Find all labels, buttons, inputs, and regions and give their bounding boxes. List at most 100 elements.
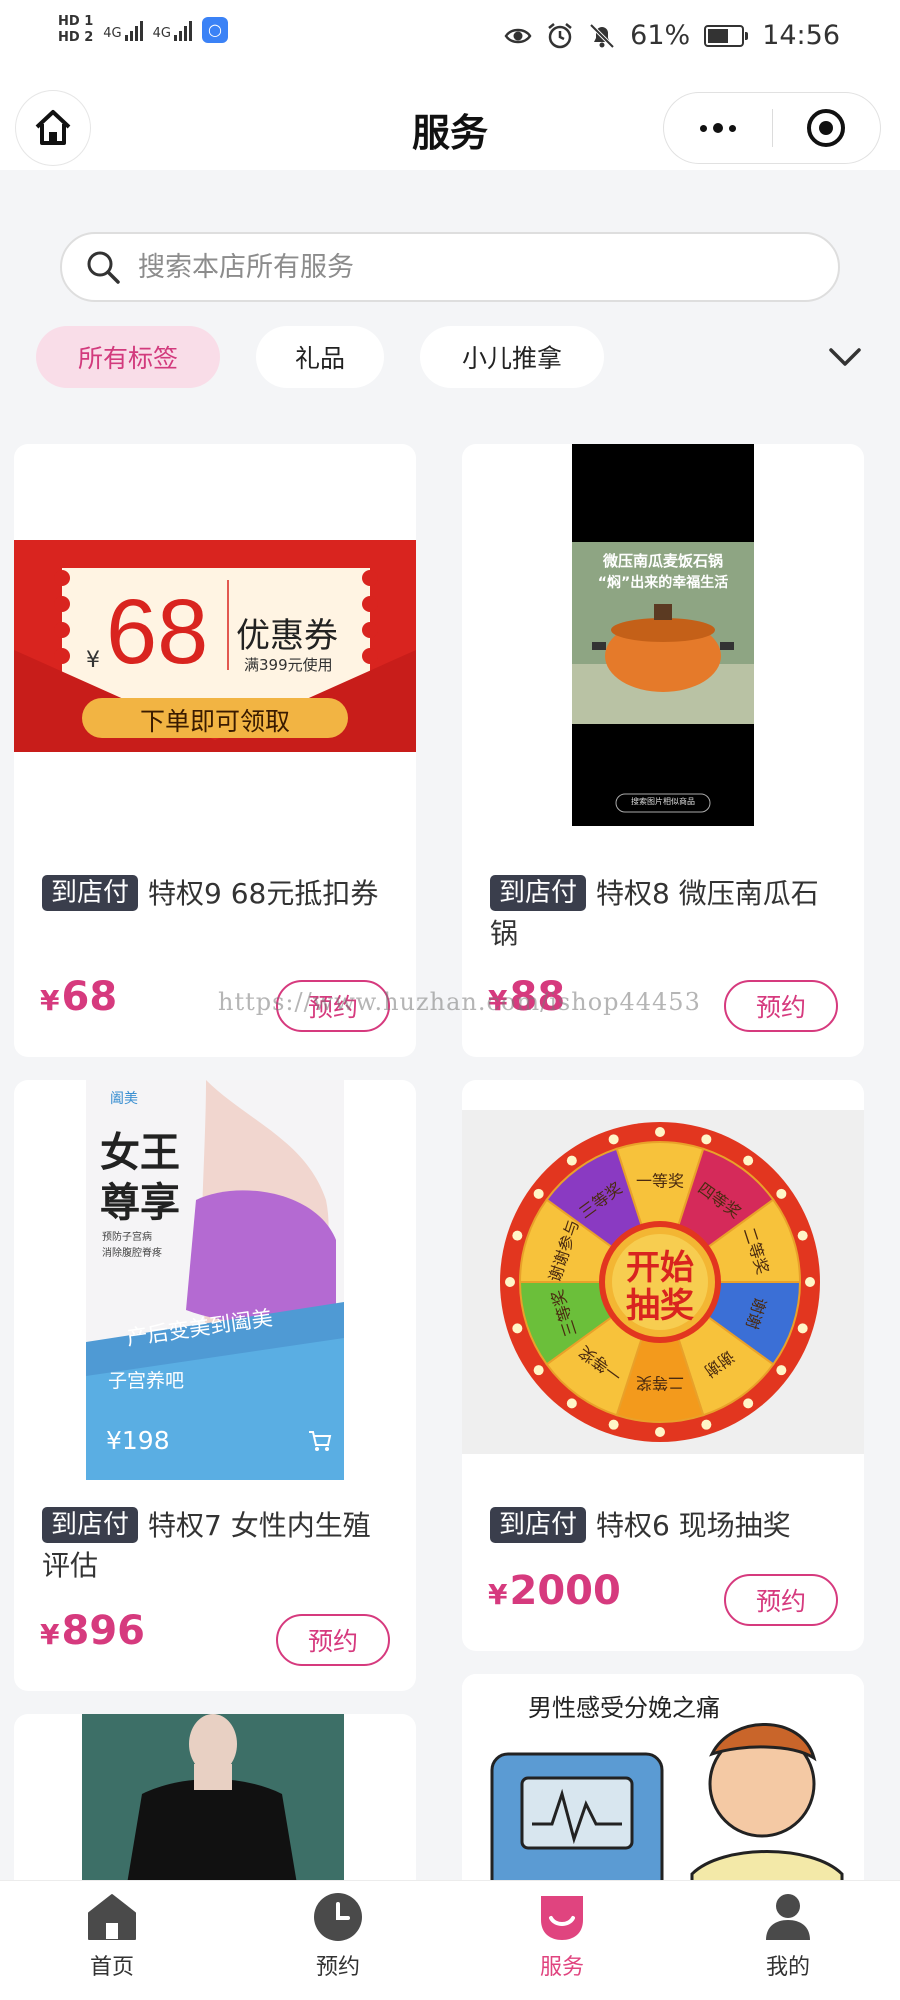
close-miniprogram-button[interactable] bbox=[773, 93, 881, 163]
wheel-segment-label: 二等奖 bbox=[636, 1374, 684, 1393]
wheel-bulb bbox=[776, 1188, 787, 1199]
service-card[interactable]: 一等奖 四等奖 二等奖 谢谢 谢谢 二等奖 一等奖 三等奖 谢谢参与 三等奖 开始 抽奖 到店付特… bbox=[462, 1080, 864, 1651]
currency-symbol: ¥ bbox=[488, 1578, 508, 1611]
card-title-text: 特权6 现场抽奖 bbox=[596, 1509, 791, 1542]
lottery-image: 一等奖 四等奖 二等奖 谢谢 谢谢 二等奖 一等奖 三等奖 谢谢参与 三等奖 开始 抽奖 bbox=[462, 1110, 864, 1454]
sim1-label: HD 1 bbox=[58, 14, 94, 29]
coupon-condition: 满399元使用 bbox=[244, 656, 333, 674]
more-button[interactable] bbox=[664, 93, 772, 163]
home-tab-icon bbox=[88, 1894, 136, 1940]
signal-1: 4G bbox=[103, 19, 143, 41]
clock-time: 14:56 bbox=[762, 20, 840, 51]
wheel-bulb bbox=[608, 1134, 619, 1145]
eye-icon bbox=[504, 28, 532, 43]
card-title: 到店付 特权7 女性内生殖评估 bbox=[42, 1506, 392, 1586]
tag-pediatric-massage[interactable]: 小儿推拿 bbox=[420, 326, 604, 388]
coupon-cta: 下单即可领取 bbox=[139, 707, 290, 736]
tag-all[interactable]: 所有标签 bbox=[36, 326, 220, 388]
tab-booking[interactable]: 预约 bbox=[278, 1891, 398, 1981]
battery-icon bbox=[704, 24, 749, 47]
tag-label: 所有标签 bbox=[77, 344, 178, 373]
tab-label: 服务 bbox=[539, 1955, 584, 1980]
sim-indicators: HD 1 HD 2 bbox=[58, 14, 93, 46]
wheel-bulb bbox=[655, 1427, 665, 1437]
currency-symbol: ¥ bbox=[40, 984, 60, 1017]
wheel-bulb bbox=[776, 1365, 787, 1376]
coupon-amount: 68 bbox=[106, 581, 209, 683]
cart-icon bbox=[309, 1431, 332, 1451]
cartoon-image: 男性感受分娩之痛 bbox=[462, 1674, 864, 1914]
search-icon bbox=[87, 251, 120, 284]
tab-mine[interactable]: 我的 bbox=[728, 1891, 848, 1981]
wellness-brand: 阖美 bbox=[110, 1091, 138, 1107]
wheel-bulb bbox=[701, 1134, 712, 1145]
wheel-bulb bbox=[797, 1230, 808, 1241]
wellness-image: 阖美 女王 尊享 预防子宫病 消除腹腔脊疼 产后变美到阖美 子宫养吧 ¥198 bbox=[86, 1080, 344, 1480]
tab-label: 预约 bbox=[315, 1955, 360, 1980]
tag-label: 礼品 bbox=[294, 344, 345, 373]
tab-label: 我的 bbox=[765, 1955, 810, 1980]
wheel-bulb bbox=[533, 1365, 544, 1376]
tag-label: 小儿推拿 bbox=[461, 344, 562, 373]
pot-graphic bbox=[572, 444, 754, 826]
price-value: 2000 bbox=[509, 1568, 621, 1614]
wheel-bulb bbox=[743, 1398, 754, 1409]
signal-bars-icon bbox=[173, 19, 192, 41]
card-price: ¥68 bbox=[40, 974, 117, 1020]
watermark-url: https://www.huzhan.com/ishop44453 bbox=[218, 988, 701, 1016]
wheel-bulb bbox=[505, 1277, 515, 1287]
pot-headline-2: “焖”出来的幸福生活 bbox=[597, 575, 729, 591]
currency-symbol: ¥ bbox=[40, 1618, 60, 1651]
bottom-tab-bar: 首页 预约 服务 我的 bbox=[0, 1880, 900, 2000]
battery-percent: 61% bbox=[630, 20, 691, 51]
signal-2: 4G bbox=[153, 19, 192, 41]
wheel-bulb bbox=[566, 1155, 577, 1166]
wheel-bulb bbox=[805, 1277, 815, 1287]
bell-off-icon bbox=[589, 23, 615, 48]
card-price: ¥2000 bbox=[488, 1568, 621, 1614]
pot-headline-1: 微压南瓜麦饭石锅 bbox=[602, 552, 723, 570]
card-title-text: 特权9 68元抵扣券 bbox=[148, 877, 379, 910]
tag-gifts[interactable]: 礼品 bbox=[256, 326, 384, 388]
price-value: 68 bbox=[61, 974, 118, 1020]
wheel-bulb bbox=[701, 1419, 712, 1430]
wheel-bulb bbox=[743, 1155, 754, 1166]
pay-at-store-badge: 到店付 bbox=[42, 875, 139, 911]
service-card[interactable]: 男性感受分娩之痛 bbox=[462, 1674, 864, 1914]
service-card[interactable]: 微压南瓜麦饭石锅 “焖”出来的幸福生活 搜索图片相似商品 到店付 特权8 微压南瓜… bbox=[462, 444, 864, 1057]
book-button[interactable]: 预约 bbox=[724, 1574, 838, 1626]
network-type-2: 4G bbox=[152, 26, 171, 41]
battery-fill bbox=[708, 28, 728, 43]
tags-expand-button[interactable] bbox=[820, 332, 870, 382]
clock-icon bbox=[314, 1893, 362, 1941]
service-card[interactable]: 阖美 女王 尊享 预防子宫病 消除腹腔脊疼 产后变美到阖美 子宫养吧 ¥198 … bbox=[14, 1080, 416, 1691]
search-bar[interactable] bbox=[60, 232, 840, 302]
wheel-center-2: 抽奖 bbox=[626, 1286, 694, 1326]
book-button[interactable]: 预约 bbox=[276, 1614, 390, 1666]
coupon-text: 优惠券 bbox=[236, 616, 338, 656]
chevron-down-icon bbox=[829, 348, 861, 366]
search-input[interactable] bbox=[138, 251, 798, 283]
pay-at-store-badge: 到店付 bbox=[490, 1507, 587, 1543]
coupon-image: ¥ 68 优惠券 满399元使用 下单即可领取 bbox=[14, 540, 416, 752]
status-bar: HD 1 HD 2 4G 4G ○ 61% 14:56 bbox=[0, 0, 900, 78]
alarm-icon bbox=[548, 22, 572, 48]
price-value: 896 bbox=[61, 1608, 145, 1654]
tab-home[interactable]: 首页 bbox=[52, 1891, 172, 1981]
book-button[interactable]: 预约 bbox=[724, 980, 838, 1032]
tab-service[interactable]: 服务 bbox=[502, 1891, 622, 1981]
card-price: ¥896 bbox=[40, 1608, 145, 1654]
service-card[interactable]: ¥ 68 优惠券 满399元使用 下单即可领取 到店付 特权9 68元抵扣券 ¥6… bbox=[14, 444, 416, 1057]
page-header: 服务 bbox=[0, 78, 900, 170]
wheel-bulb bbox=[512, 1230, 523, 1241]
wheel-segment-label: 一等奖 bbox=[636, 1172, 684, 1191]
network-type-1: 4G bbox=[103, 26, 122, 41]
wheel-bulb bbox=[512, 1323, 523, 1334]
wellness-bullet-1: 预防子宫病 bbox=[102, 1232, 152, 1243]
wellness-product: 子宫养吧 bbox=[108, 1370, 185, 1392]
wellness-bullet-2: 消除腹腔脊疼 bbox=[102, 1248, 162, 1259]
app-notification-icon: ○ bbox=[201, 17, 228, 43]
wheel-bulb bbox=[608, 1419, 619, 1430]
card-title: 到店付 特权9 68元抵扣券 bbox=[42, 874, 392, 914]
signal-bars-icon bbox=[124, 19, 143, 41]
